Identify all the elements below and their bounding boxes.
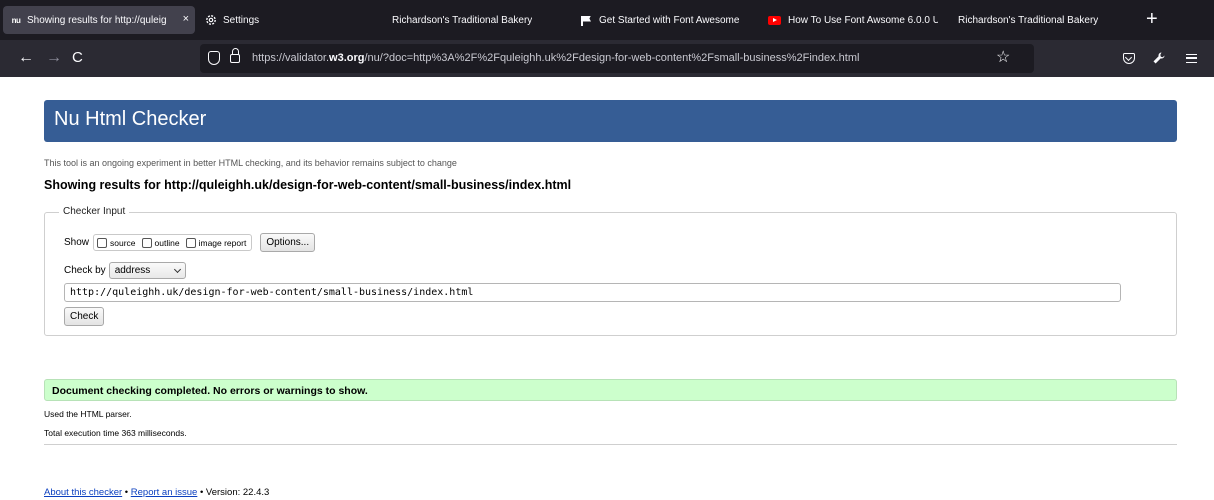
outline-option[interactable]: outline (141, 237, 180, 248)
url-prefix: https://validator. (252, 52, 330, 64)
url-path: /nu/?doc=http%3A%2F%2Fquleighh.uk%2Fdesi… (364, 52, 860, 64)
document-url-input[interactable]: http://quleighh.uk/design-for-web-conten… (64, 283, 1121, 302)
bookmark-star-icon[interactable]: ☆ (996, 49, 1010, 67)
tab-label: Showing results for http://quleig (27, 14, 167, 26)
intro-text: This tool is an ongoing experiment in be… (44, 158, 457, 168)
address-bar[interactable]: https://validator.w3.org/nu/?doc=http%3A… (200, 44, 1034, 73)
pocket-icon[interactable] (1123, 53, 1135, 64)
hamburger-menu-icon[interactable] (1186, 54, 1197, 63)
nu-favicon-icon: nu (11, 15, 21, 25)
page-title: Nu Html Checker (54, 108, 207, 130)
gear-icon (206, 15, 216, 25)
execution-time: Total execution time 363 milliseconds. (44, 428, 187, 438)
tab-label: How To Use Font Awsome 6.0.0 Up (788, 14, 938, 26)
report-issue-link[interactable]: Report an issue (131, 487, 198, 498)
close-icon[interactable]: × (183, 13, 189, 25)
chevron-down-icon (173, 265, 181, 273)
results-heading: Showing results for http://quleighh.uk/d… (44, 178, 572, 192)
image-report-checkbox[interactable] (185, 237, 196, 248)
outline-label: outline (154, 237, 180, 248)
wrench-icon[interactable] (1152, 51, 1166, 65)
header-bar: Nu Html Checker (44, 100, 1177, 142)
tab-label: Settings (223, 14, 260, 26)
version-text: Version: 22.4.3 (205, 487, 270, 498)
tab-label: Richardson's Traditional Bakery (958, 14, 1099, 26)
outline-checkbox[interactable] (141, 237, 152, 248)
show-label: Show (64, 237, 90, 248)
source-label: source (110, 237, 136, 248)
success-message: Document checking completed. No errors o… (52, 385, 368, 397)
tab-settings[interactable]: Settings (205, 6, 355, 34)
flag-icon (581, 15, 591, 26)
url-text[interactable]: https://validator.w3.org/nu/?doc=http%3A… (252, 52, 859, 64)
image-report-label: image report (198, 237, 247, 248)
check-button[interactable]: Check (64, 307, 105, 326)
tab-font-awesome[interactable]: Get Started with Font Awesome (581, 6, 751, 34)
show-options-row: Show source outline image report Options… (64, 233, 316, 252)
check-by-row: Check by address (64, 262, 186, 279)
forward-arrow-icon[interactable]: → (46, 49, 62, 67)
success-message-bar: Document checking completed. No errors o… (44, 379, 1177, 401)
tab-youtube[interactable]: How To Use Font Awsome 6.0.0 Up (768, 6, 945, 34)
check-by-select[interactable]: address (108, 262, 186, 279)
source-checkbox[interactable] (97, 237, 108, 248)
fieldset-legend: Checker Input (59, 206, 130, 217)
options-button[interactable]: Options... (260, 233, 316, 252)
tab-label: Richardson's Traditional Bakery (392, 14, 533, 26)
about-checker-link[interactable]: About this checker (44, 487, 122, 498)
reload-icon[interactable]: C (72, 49, 83, 67)
navigation-bar: ← → C https://validator.w3.org/nu/?doc=h… (0, 40, 1214, 77)
tab-label: Get Started with Font Awesome (599, 14, 740, 26)
footer-separator: • (199, 487, 204, 498)
show-checkbox-group: source outline image report (93, 234, 253, 251)
footer: About this checker • Report an issue • V… (44, 487, 269, 498)
footer-separator: • (124, 487, 129, 498)
new-tab-button[interactable]: + (1146, 8, 1158, 30)
back-arrow-icon[interactable]: ← (18, 49, 34, 67)
tab-bakery-1[interactable]: Richardson's Traditional Bakery (392, 6, 552, 34)
check-by-value: address (114, 265, 151, 276)
page-content: Nu Html Checker This tool is an ongoing … (0, 77, 1214, 500)
image-report-option[interactable]: image report (185, 237, 247, 248)
lock-icon[interactable] (230, 48, 240, 63)
tab-bar: nu Showing results for http://quleig × S… (0, 0, 1214, 40)
tab-bakery-2[interactable]: Richardson's Traditional Bakery (958, 6, 1118, 34)
parser-info: Used the HTML parser. (44, 409, 132, 419)
url-domain: w3.org (329, 52, 365, 64)
divider (44, 444, 1177, 445)
checker-input-fieldset: Checker Input Show source outline image … (44, 206, 1177, 336)
shield-icon[interactable] (208, 51, 220, 65)
source-option[interactable]: source (97, 237, 136, 248)
tab-nu-checker[interactable]: nu Showing results for http://quleig × (3, 6, 195, 34)
check-by-label: Check by (64, 265, 106, 276)
youtube-icon (768, 15, 781, 25)
